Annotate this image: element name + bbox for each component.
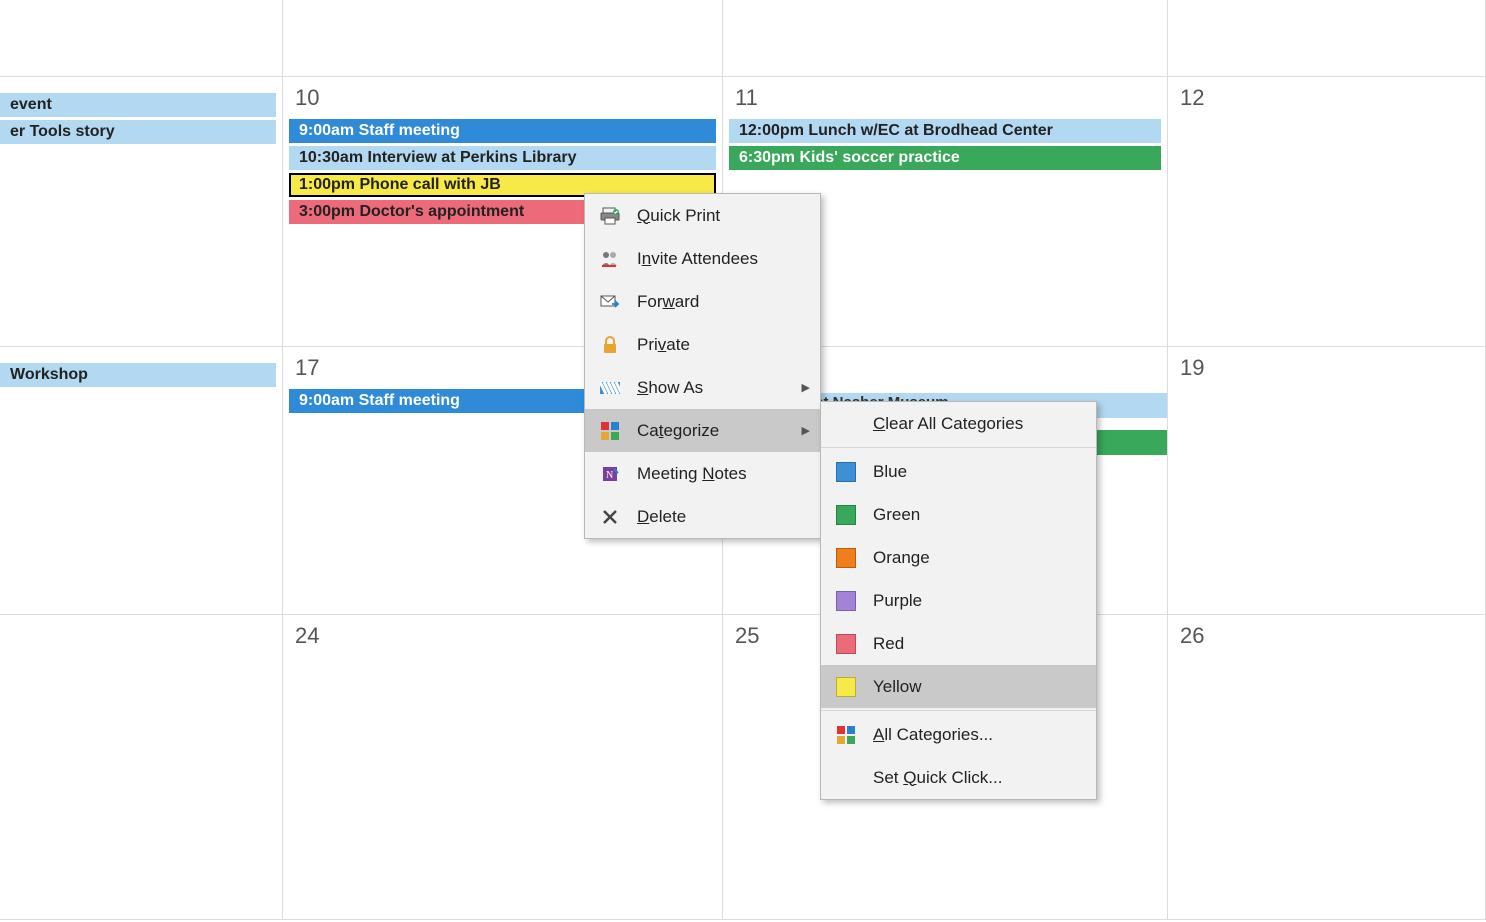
calendar-event[interactable]: 12:00pm Lunch w/EC at Brodhead Center <box>729 119 1161 143</box>
color-swatch-yellow <box>833 677 859 697</box>
menu-label: Set Quick Click... <box>859 768 1086 788</box>
attendees-icon <box>597 250 623 268</box>
menu-invite-attendees[interactable]: Invite Attendees <box>585 237 820 280</box>
menu-delete[interactable]: Delete <box>585 495 820 538</box>
menu-show-as[interactable]: Show As ▶ <box>585 366 820 409</box>
menu-label: Delete <box>623 507 810 527</box>
day-number: 24 <box>289 619 716 657</box>
color-swatch-red <box>833 634 859 654</box>
day-cell[interactable]: event er Tools story <box>0 77 283 346</box>
day-number: 11 <box>729 81 1161 119</box>
day-cell[interactable]: 12 <box>1168 77 1486 346</box>
forward-icon <box>597 294 623 310</box>
day-number: 19 <box>1174 351 1479 389</box>
menu-label: Green <box>859 505 1086 525</box>
menu-clear-categories[interactable]: Clear All Categories <box>821 402 1096 445</box>
menu-private[interactable]: Private <box>585 323 820 366</box>
menu-label: Private <box>623 335 810 355</box>
menu-category-yellow[interactable]: Yellow <box>821 665 1096 708</box>
categorize-icon <box>597 422 623 440</box>
menu-label: Forward <box>623 292 810 312</box>
day-number: 12 <box>1174 81 1479 119</box>
day-cell[interactable] <box>283 0 723 76</box>
menu-label: All Categories... <box>859 725 1086 745</box>
day-cell[interactable] <box>0 0 283 76</box>
menu-label: Show As <box>623 378 802 398</box>
printer-icon <box>597 207 623 225</box>
calendar-event[interactable]: Workshop <box>0 363 276 387</box>
menu-label: Meeting Notes <box>623 464 810 484</box>
menu-separator <box>821 447 1096 448</box>
menu-category-red[interactable]: Red <box>821 622 1096 665</box>
context-menu: Quick Print Invite Attendees Forward Pri… <box>584 193 821 539</box>
day-cell[interactable] <box>1168 0 1486 76</box>
menu-category-green[interactable]: Green <box>821 493 1096 536</box>
day-cell[interactable]: 24 <box>283 615 723 919</box>
categorize-submenu: Clear All Categories Blue Green Orange P… <box>820 401 1097 800</box>
svg-text:N: N <box>606 470 613 481</box>
menu-label: Clear All Categories <box>859 414 1086 434</box>
day-cell[interactable]: 26 <box>1168 615 1486 919</box>
calendar-event[interactable] <box>1097 430 1167 455</box>
calendar-event[interactable]: 9:00am Staff meeting <box>289 119 716 143</box>
chevron-right-icon: ▶ <box>802 424 810 437</box>
showas-icon <box>597 380 623 396</box>
day-cell[interactable]: Workshop <box>0 347 283 614</box>
day-number: 10 <box>289 81 716 119</box>
color-swatch-purple <box>833 591 859 611</box>
day-number: 26 <box>1174 619 1479 657</box>
menu-set-quick-click[interactable]: Set Quick Click... <box>821 756 1096 799</box>
delete-icon <box>597 509 623 525</box>
color-swatch-blue <box>833 462 859 482</box>
calendar-event[interactable]: event <box>0 93 276 117</box>
menu-category-blue[interactable]: Blue <box>821 450 1096 493</box>
onenote-icon: N <box>597 465 623 483</box>
day-number <box>6 81 276 93</box>
calendar-event[interactable]: 10:30am Interview at Perkins Library <box>289 146 716 170</box>
menu-quick-print[interactable]: Quick Print <box>585 194 820 237</box>
menu-label: Orange <box>859 548 1086 568</box>
menu-meeting-notes[interactable]: N Meeting Notes <box>585 452 820 495</box>
menu-label: Invite Attendees <box>623 249 810 269</box>
day-cell[interactable] <box>723 0 1168 76</box>
color-swatch-green <box>833 505 859 525</box>
day-cell[interactable] <box>0 615 283 919</box>
menu-separator <box>821 710 1096 711</box>
menu-forward[interactable]: Forward <box>585 280 820 323</box>
day-cell[interactable]: 19 <box>1168 347 1486 614</box>
menu-label: Yellow <box>859 677 1086 697</box>
menu-category-orange[interactable]: Orange <box>821 536 1096 579</box>
menu-label: Quick Print <box>623 206 810 226</box>
color-swatch-orange <box>833 548 859 568</box>
calendar-event[interactable]: 6:30pm Kids' soccer practice <box>729 146 1161 170</box>
calendar-event[interactable]: er Tools story <box>0 120 276 144</box>
lock-icon <box>597 336 623 354</box>
categorize-icon <box>833 726 859 744</box>
chevron-right-icon: ▶ <box>802 381 810 394</box>
menu-label: Red <box>859 634 1086 654</box>
menu-label: Categorize <box>623 421 802 441</box>
menu-category-purple[interactable]: Purple <box>821 579 1096 622</box>
menu-categorize[interactable]: Categorize ▶ <box>585 409 820 452</box>
menu-all-categories[interactable]: All Categories... <box>821 713 1096 756</box>
day-number <box>6 351 276 363</box>
menu-label: Blue <box>859 462 1086 482</box>
menu-label: Purple <box>859 591 1086 611</box>
